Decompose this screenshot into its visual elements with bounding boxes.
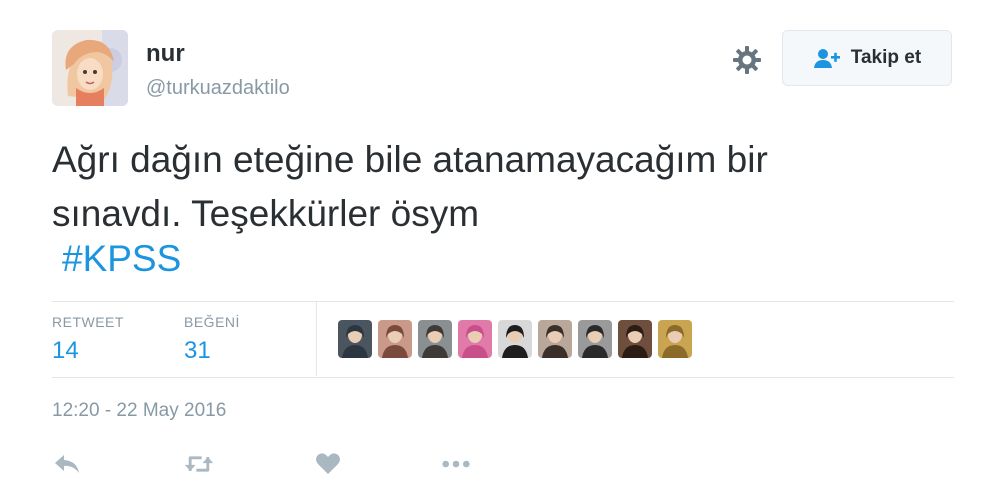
liker-avatar[interactable] (618, 320, 652, 358)
like-icon[interactable] (313, 450, 343, 478)
liker-avatar[interactable] (458, 320, 492, 358)
liker-avatar[interactable] (338, 320, 372, 358)
stats-vertical-divider (316, 302, 317, 376)
follow-button-label: Takip et (850, 47, 922, 68)
user-avatar[interactable] (52, 30, 128, 106)
retweet-icon[interactable] (184, 450, 214, 478)
liker-avatar[interactable] (378, 320, 412, 358)
tweet-timestamp[interactable]: 12:20 - 22 May 2016 (52, 400, 226, 422)
more-icon[interactable] (441, 450, 471, 478)
stats-bottom-divider (52, 377, 954, 378)
retweet-label[interactable]: RETWEET (52, 314, 124, 330)
hashtag-link[interactable]: #KPSS (62, 232, 181, 286)
likers-list (338, 320, 692, 358)
liker-avatar[interactable] (658, 320, 692, 358)
follow-user-icon (813, 47, 841, 69)
like-count[interactable]: 31 (184, 337, 211, 365)
like-label[interactable]: BEĞENİ (184, 314, 240, 330)
follow-button[interactable]: Takip et (782, 30, 952, 86)
user-name[interactable]: nur (146, 40, 185, 68)
tweet-text-line-1: Ağrı dağın eteğine bile atanamayacağım b… (52, 139, 768, 180)
user-handle[interactable]: @turkuazdaktilo (146, 77, 290, 100)
liker-avatar[interactable] (578, 320, 612, 358)
stats-top-divider (52, 301, 954, 302)
tweet-text-line-2: sınavdı. Teşekkürler ösym (52, 193, 480, 234)
liker-avatar[interactable] (418, 320, 452, 358)
gear-icon[interactable] (731, 44, 763, 76)
reply-icon[interactable] (52, 450, 82, 478)
liker-avatar[interactable] (538, 320, 572, 358)
tweet-text: Ağrı dağın eteğine bile atanamayacağım b… (52, 133, 932, 241)
liker-avatar[interactable] (498, 320, 532, 358)
retweet-count[interactable]: 14 (52, 337, 79, 365)
